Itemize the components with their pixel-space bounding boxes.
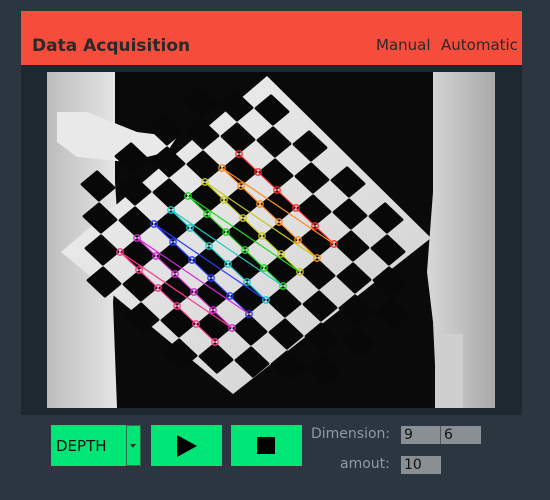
play-button[interactable] [151,425,222,466]
camera-view [47,72,495,408]
dimension-x-field[interactable]: 9 [401,426,441,444]
dimension-label: Dimension: [311,426,391,442]
automatic-mode-button[interactable]: Automatic [441,36,518,54]
stop-button[interactable] [231,425,302,466]
depth-image [47,72,495,408]
amount-label: amout: [340,456,390,472]
app-window: Data Acquisition Manual Automatic [21,11,522,415]
page-title: Data Acquisition [32,36,191,56]
amount-field[interactable]: 10 [401,456,441,474]
manual-mode-button[interactable]: Manual [376,36,431,54]
header-bar: Data Acquisition Manual Automatic [21,11,522,65]
right-post [435,334,463,408]
mode-select-value: DEPTH [56,437,107,455]
chevron-down-icon[interactable] [126,425,141,466]
stop-icon [257,437,275,454]
play-icon [177,435,197,457]
mode-select[interactable]: DEPTH [51,425,141,466]
dimension-y-field[interactable]: 6 [441,426,481,444]
